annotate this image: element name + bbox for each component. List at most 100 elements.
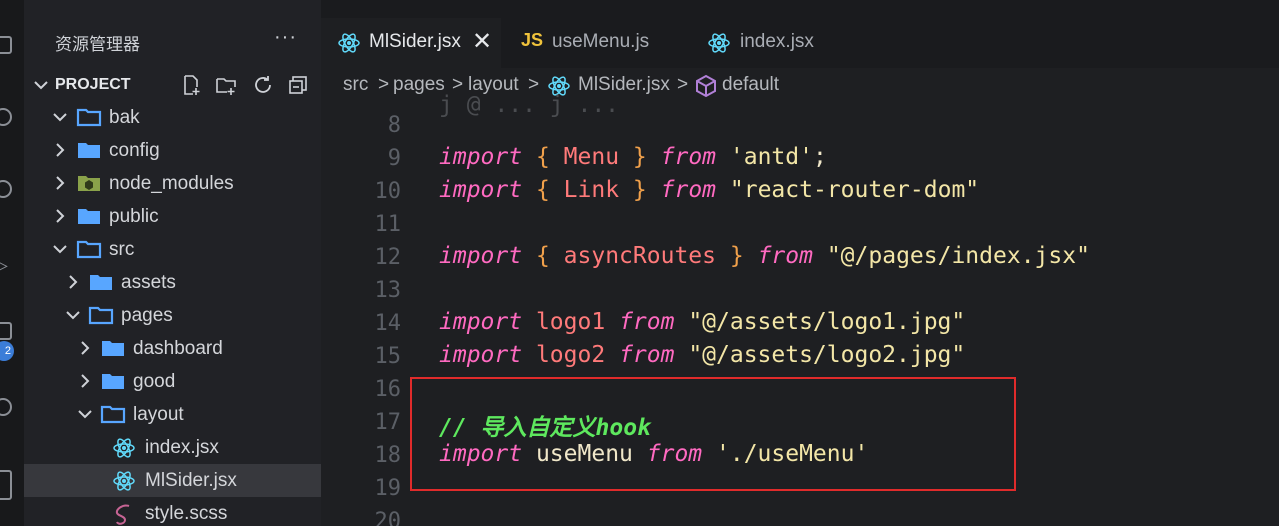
breadcrumb-item[interactable]: src xyxy=(343,74,368,96)
tab-label: MlSider.jsx xyxy=(369,31,461,52)
chevron-down-icon xyxy=(78,410,92,419)
folder-icon xyxy=(78,209,100,224)
explorer-sidebar: 资源管理器 ··· PROJECT bak config node_module… xyxy=(24,0,321,526)
source-control-icon[interactable] xyxy=(0,180,12,198)
react-icon xyxy=(338,33,360,53)
explorer-icon[interactable] xyxy=(0,36,12,54)
tree-item-label: layout xyxy=(133,404,184,425)
code-line-9[interactable]: import { Menu } from 'antd'; xyxy=(439,144,827,170)
annotation-highlight-box xyxy=(410,377,1016,491)
more-actions-icon[interactable]: ··· xyxy=(274,26,297,49)
tab-index-jsx[interactable]: index.jsx xyxy=(691,18,871,68)
tree-item-dashboard[interactable]: dashboard xyxy=(24,332,321,365)
code-line-10[interactable]: import { Link } from "react-router-dom" xyxy=(439,177,979,203)
tree-item-label: good xyxy=(133,371,176,392)
tree-item-assets[interactable]: assets xyxy=(24,266,321,299)
line-number: 19 xyxy=(374,476,402,501)
panel-icon[interactable] xyxy=(0,470,12,500)
chevron-right-icon xyxy=(56,176,65,190)
tab-mlsider-jsx[interactable]: MlSider.jsx ✕ xyxy=(321,18,501,68)
search-icon[interactable] xyxy=(0,108,12,126)
line-number: 12 xyxy=(374,245,402,270)
code-line-12[interactable]: import { asyncRoutes } from "@/pages/ind… xyxy=(439,243,1090,269)
react-icon xyxy=(113,471,135,491)
tab-usemenu-js[interactable]: JS useMenu.js xyxy=(503,18,689,68)
chevron-right-icon xyxy=(56,143,65,157)
collapse-all-icon[interactable] xyxy=(287,74,309,96)
tree-item-index-jsx[interactable]: index.jsx xyxy=(24,431,321,464)
tree-item-label: src xyxy=(109,239,135,260)
folder-icon xyxy=(102,341,124,356)
line-number: 13 xyxy=(374,278,402,303)
editor-area: MlSider.jsx ✕ JS useMenu.js index.jsx sr… xyxy=(321,0,1279,526)
refresh-icon[interactable] xyxy=(252,74,274,96)
tree-item-good[interactable]: good xyxy=(24,365,321,398)
breadcrumb-item[interactable]: default xyxy=(722,74,779,96)
breadcrumb-item[interactable]: pages xyxy=(393,74,445,96)
breadcrumb-separator: > xyxy=(677,74,689,95)
explorer-title: 资源管理器 xyxy=(55,35,140,54)
line-number: 10 xyxy=(374,179,402,204)
tree-item-pages[interactable]: pages xyxy=(24,299,321,332)
folder-open-icon xyxy=(88,306,114,325)
js-icon: JS xyxy=(521,30,544,50)
tree-item-style-scss[interactable]: style.scss xyxy=(24,497,321,526)
chevron-right-icon xyxy=(56,209,65,223)
react-icon xyxy=(113,438,135,458)
chevron-down-icon xyxy=(66,311,80,320)
tree-item-label: assets xyxy=(121,272,176,293)
new-file-icon[interactable] xyxy=(180,74,202,96)
line-number: 9 xyxy=(387,146,401,171)
line-number: 18 xyxy=(374,443,402,468)
tree-item-label: node_modules xyxy=(109,173,234,194)
extensions-icon[interactable] xyxy=(0,322,12,340)
react-icon xyxy=(708,33,730,53)
tree-item-label: config xyxy=(109,140,160,161)
line-number: 16 xyxy=(374,377,402,402)
line-number: 11 xyxy=(374,212,402,237)
tree-item-bak[interactable]: bak xyxy=(24,101,321,134)
activity-bar: ▷ 2 xyxy=(0,0,24,526)
tab-label: index.jsx xyxy=(740,31,814,52)
project-label: PROJECT xyxy=(55,76,131,93)
tree-item-label: pages xyxy=(121,305,173,326)
chevron-down-icon xyxy=(53,245,67,254)
tree-item-node-modules[interactable]: node_modules xyxy=(24,167,321,200)
folder-open-icon xyxy=(76,240,102,259)
sass-icon xyxy=(115,504,130,525)
folder-icon xyxy=(90,275,112,290)
new-folder-icon[interactable] xyxy=(215,74,237,96)
tree-item-public[interactable]: public xyxy=(24,200,321,233)
run-debug-icon[interactable]: ▷ xyxy=(0,255,12,275)
node-folder-icon xyxy=(78,176,100,191)
folder-open-icon xyxy=(100,405,126,424)
code-line-14[interactable]: import logo1 from "@/assets/logo1.jpg" xyxy=(439,309,965,335)
tree-item-label: bak xyxy=(109,107,140,128)
line-number: 14 xyxy=(374,311,402,336)
symbol-method-icon xyxy=(696,74,716,98)
code-line-15[interactable]: import logo2 from "@/assets/logo2.jpg" xyxy=(439,342,965,368)
line-number: 17 xyxy=(374,410,402,435)
tree-item-config[interactable]: config xyxy=(24,134,321,167)
tree-item-label: index.jsx xyxy=(145,437,219,458)
remote-icon[interactable] xyxy=(0,398,12,416)
project-section-header[interactable]: PROJECT xyxy=(24,70,321,100)
tree-item-layout[interactable]: layout xyxy=(24,398,321,431)
close-icon[interactable]: ✕ xyxy=(472,27,492,56)
chevron-right-icon xyxy=(69,275,78,289)
folder-icon xyxy=(102,374,124,389)
tab-bar: MlSider.jsx ✕ JS useMenu.js index.jsx xyxy=(321,0,1279,68)
chevron-right-icon xyxy=(81,341,90,355)
tree-item-src[interactable]: src xyxy=(24,233,321,266)
line-number: 8 xyxy=(387,113,401,138)
tree-item-mlsider-jsx[interactable]: MlSider.jsx xyxy=(24,464,321,497)
breadcrumb-separator: > xyxy=(378,74,390,95)
tab-label: useMenu.js xyxy=(552,31,650,52)
code-line-partial: j @ ... j ... xyxy=(439,92,620,118)
chevron-right-icon xyxy=(81,374,90,388)
tree-item-label: MlSider.jsx xyxy=(145,470,237,491)
folder-open-icon xyxy=(76,108,102,127)
tree-item-label: dashboard xyxy=(133,338,223,359)
line-number: 20 xyxy=(374,509,402,526)
extensions-badge: 2 xyxy=(0,341,14,361)
